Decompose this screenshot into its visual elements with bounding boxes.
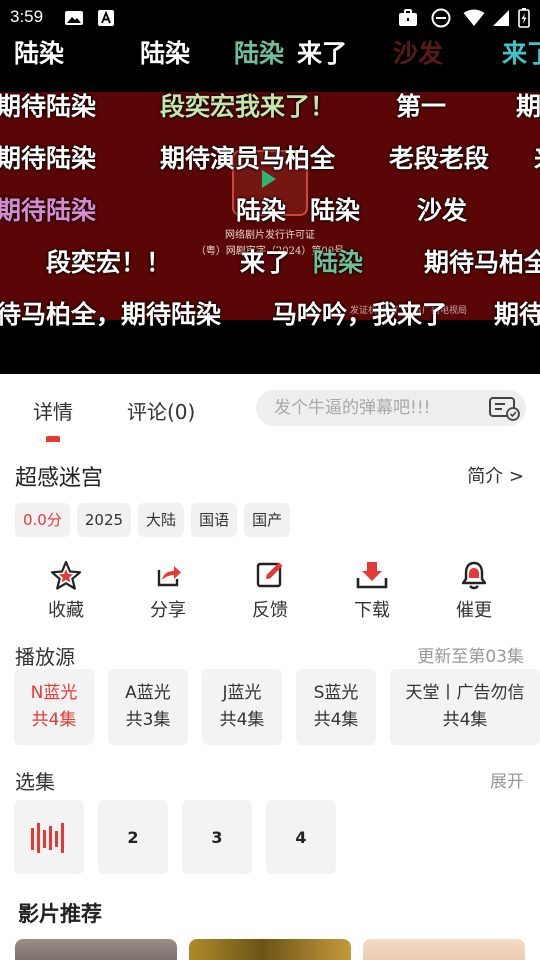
episode-list: 2 3 4 — [14, 800, 336, 874]
danmaku-comment: 来了 — [240, 248, 291, 277]
danmaku-comment: 段奕宏！！ — [46, 248, 172, 277]
danmaku-comment: 段奕宏我来了！ — [160, 92, 336, 121]
language-tag: 国语 — [191, 503, 238, 537]
status-time: 3:59 — [10, 7, 44, 26]
share-label: 分享 — [150, 600, 186, 621]
source-count: 共4集 — [442, 710, 488, 730]
source-name: A蓝光 — [125, 683, 171, 703]
favorite-button[interactable]: 收藏 — [26, 560, 106, 622]
recommend-thumb[interactable] — [15, 939, 177, 960]
danmaku-comment: 陆染 — [236, 196, 287, 225]
episode-item[interactable]: 2 — [98, 800, 168, 874]
source-item-n[interactable]: N蓝光 共4集 — [14, 669, 94, 745]
source-name: S蓝光 — [313, 683, 359, 703]
source-item-s[interactable]: S蓝光 共4集 — [296, 669, 376, 745]
danmaku-comment: 陆染 — [140, 39, 191, 68]
source-count: 共4集 — [31, 710, 77, 730]
danmaku-comment: 陆染 — [234, 39, 285, 68]
danmaku-comment: 沙发 — [417, 196, 468, 225]
danmaku-comment: 沙发 — [393, 39, 444, 68]
danmaku-comment: 来了 — [502, 39, 540, 68]
feedback-icon — [256, 562, 283, 588]
star-icon — [50, 560, 82, 590]
playing-equalizer-icon — [31, 823, 64, 853]
video-player[interactable]: 网络剧片发行许可证 （粤）网剧审字（2024）第00号 发证机关：广东省广播电视… — [0, 0, 540, 374]
danmaku-comment: 期待陆染 — [0, 196, 97, 225]
danmaku-comment: 期待 — [494, 300, 540, 329]
danmaku-comment: 期 — [516, 92, 540, 121]
tab-comments[interactable]: 评论(0) — [127, 396, 195, 425]
danmaku-comment: 来 — [534, 139, 540, 175]
episodes-expand-button[interactable]: 展开 — [490, 767, 524, 792]
intro-link[interactable]: 简介 > — [467, 462, 524, 488]
do-not-disturb-icon — [431, 8, 451, 28]
source-count: 共4集 — [313, 710, 359, 730]
danmaku-comment: 陆染 — [310, 196, 361, 225]
action-bar: 收藏 分享 反馈 下载 催更 — [0, 560, 540, 630]
feedback-label: 反馈 — [252, 600, 288, 621]
year-tag: 2025 — [76, 503, 132, 537]
feedback-button[interactable]: 反馈 — [230, 560, 310, 622]
episode-playing[interactable] — [14, 800, 84, 874]
show-title: 超感迷宫 — [15, 466, 104, 491]
wifi-icon — [463, 9, 485, 27]
urge-update-button[interactable]: 催更 — [434, 560, 514, 622]
danmaku-comment: 期待马柏全 — [424, 248, 540, 277]
image-notification-icon — [64, 9, 84, 27]
battery-charging-icon — [518, 8, 530, 28]
urge-update-label: 催更 — [456, 600, 492, 621]
download-icon — [356, 562, 388, 589]
danmaku-comment: 期待陆染 — [0, 92, 97, 121]
share-button[interactable]: 分享 — [128, 560, 208, 622]
recommend-thumb[interactable] — [363, 939, 525, 960]
danmaku-comment: 陆染 — [14, 39, 65, 68]
danmaku-comment: 陆染 — [313, 248, 364, 277]
category-tag: 国产 — [244, 503, 291, 537]
danmaku-comment: 期待演员马柏全 — [160, 144, 336, 173]
source-count: 共3集 — [125, 710, 171, 730]
danmaku-comment: 来了 — [297, 39, 348, 68]
share-icon — [157, 566, 181, 587]
source-item-tiantang[interactable]: 天堂丨广告勿信 共4集 — [390, 669, 540, 745]
episodes-title: 选集 — [15, 770, 55, 794]
favorite-label: 收藏 — [48, 600, 84, 621]
danmaku-comment: 期待陆染 — [0, 144, 97, 173]
episode-item[interactable]: 3 — [182, 800, 252, 874]
danmaku-comment: 马吟吟，我来了 — [272, 300, 448, 329]
recommend-title: 影片推荐 — [18, 902, 102, 926]
font-notification-icon — [98, 9, 114, 27]
signal-icon — [492, 9, 510, 27]
danmaku-comment: 第一 — [396, 92, 447, 121]
source-name: 天堂丨广告勿信 — [405, 683, 525, 703]
sources-title: 播放源 — [15, 645, 75, 669]
source-name: N蓝光 — [30, 683, 78, 703]
source-list: N蓝光 共4集 A蓝光 共3集 J蓝光 共4集 S蓝光 共4集 天堂丨广告勿信 … — [14, 669, 540, 745]
danmaku-input[interactable] — [274, 390, 484, 426]
download-button[interactable]: 下载 — [332, 560, 412, 622]
bell-icon — [461, 561, 487, 590]
tab-details[interactable]: 详情 — [33, 396, 73, 425]
region-tag: 大陆 — [138, 503, 185, 537]
danmaku-input-box[interactable] — [256, 390, 526, 426]
danmaku-settings-icon[interactable] — [488, 395, 522, 421]
tag-list: 0.0分 2025 大陆 国语 国产 — [15, 503, 291, 537]
detail-panel: 超感迷宫 简介 > 0.0分 2025 大陆 国语 国产 收藏 分享 反馈 下载… — [0, 442, 540, 960]
recommend-thumb[interactable] — [189, 939, 351, 960]
download-label: 下载 — [354, 600, 390, 621]
danmaku-comment: 待马柏全，期待陆染 — [0, 300, 222, 329]
source-count: 共4集 — [219, 710, 265, 730]
sources-update-text: 更新至第03集 — [417, 647, 524, 667]
status-bar: 3:59 — [0, 0, 540, 36]
episode-item[interactable]: 4 — [266, 800, 336, 874]
source-name: J蓝光 — [222, 683, 262, 703]
license-line-1: 网络剧片发行许可证 — [225, 230, 315, 241]
source-item-j[interactable]: J蓝光 共4集 — [202, 669, 282, 745]
source-item-a[interactable]: A蓝光 共3集 — [108, 669, 188, 745]
score-tag: 0.0分 — [15, 503, 70, 537]
danmaku-comment: 老段老段 — [389, 144, 490, 173]
briefcase-icon — [398, 9, 418, 27]
